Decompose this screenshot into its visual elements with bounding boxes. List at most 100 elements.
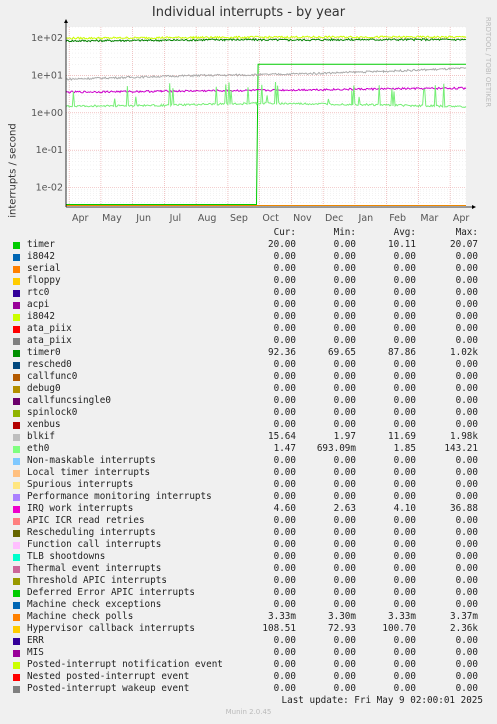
legend-row: Hypervisor callback interrupts 108.51 72.9… — [0, 623, 497, 635]
legend-label: Performance monitoring interrupts — [27, 491, 212, 502]
legend-label: Function call interrupts — [27, 539, 162, 550]
legend-max: 0.00 — [455, 251, 478, 262]
legend-swatch — [13, 434, 20, 441]
legend-label: eth0 — [27, 443, 50, 454]
legend-swatch — [13, 554, 20, 561]
y-tick-label: 1e+02 — [31, 33, 63, 44]
legend-label: xenbus — [27, 419, 61, 430]
y-tick-label: 1e+00 — [31, 108, 63, 119]
legend-row: ata_piix 0.00 0.00 0.00 0.00 — [0, 335, 497, 347]
legend-max: 0.00 — [455, 383, 478, 394]
legend-avg: 0.00 — [393, 299, 416, 310]
legend-row: Posted-interrupt wakeup event 0.00 0.00 0.0… — [0, 683, 497, 695]
legend-row: Non-maskable interrupts 0.00 0.00 0.00 0.00 — [0, 455, 497, 467]
legend-swatch — [13, 458, 20, 465]
legend-swatch — [13, 638, 20, 645]
x-tick-label: Dec — [325, 213, 343, 224]
legend-row: acpi 0.00 0.00 0.00 0.00 — [0, 299, 497, 311]
x-tick-label: Aug — [198, 213, 217, 224]
legend-row: APIC ICR read retries 0.00 0.00 0.00 0.00 — [0, 515, 497, 527]
x-tick-label: Feb — [389, 213, 406, 224]
legend-swatch — [13, 302, 20, 309]
x-tick-label: Jan — [358, 213, 374, 224]
legend-avg: 3.33m — [388, 611, 416, 622]
legend-label: ata_piix — [27, 335, 72, 346]
legend-avg: 0.00 — [393, 539, 416, 550]
legend-label: Machine check exceptions — [27, 599, 162, 610]
legend-row: Posted-interrupt notification event 0.00 0… — [0, 659, 497, 671]
legend-avg: 0.00 — [393, 599, 416, 610]
legend-avg: 0.00 — [393, 527, 416, 538]
y-tick-label: 1e+01 — [31, 71, 63, 82]
legend-label: Rescheduling interrupts — [27, 527, 156, 538]
legend-avg: 4.10 — [393, 503, 416, 514]
legend-row: callfuncsingle0 0.00 0.00 0.00 0.00 — [0, 395, 497, 407]
legend-max: 0.00 — [455, 671, 478, 682]
legend-max: 0.00 — [455, 551, 478, 562]
legend-row: TLB shootdowns 0.00 0.00 0.00 0.00 — [0, 551, 497, 563]
legend-max: 0.00 — [455, 587, 478, 598]
legend-label: floppy — [27, 275, 61, 286]
legend-row: Function call interrupts 0.00 0.00 0.00 0.00 — [0, 539, 497, 551]
legend-swatch — [13, 686, 20, 693]
legend-avg: 0.00 — [393, 263, 416, 274]
legend-max: 36.88 — [450, 503, 478, 514]
legend-swatch — [13, 650, 20, 657]
legend-label: blkif — [27, 431, 55, 442]
legend-swatch — [13, 314, 20, 321]
legend-swatch — [13, 518, 20, 525]
legend-swatch — [13, 494, 20, 501]
x-tick-label: Sep — [230, 213, 248, 224]
legend-label: Deferred Error APIC interrupts — [27, 587, 195, 598]
legend-row: Deferred Error APIC interrupts 0.00 0.00 0.… — [0, 587, 497, 599]
legend-avg: 1.85 — [393, 443, 416, 454]
x-tick-label: Jul — [169, 213, 181, 224]
legend-label: MIS — [27, 647, 44, 658]
y-tick-label: 1e-02 — [36, 182, 63, 193]
legend-avg: 0.00 — [393, 335, 416, 346]
legend-swatch — [13, 398, 20, 405]
col-max: Max: — [455, 227, 478, 238]
legend-label: ERR — [27, 635, 44, 646]
legend-max: 0.00 — [455, 371, 478, 382]
legend-avg: 0.00 — [393, 251, 416, 262]
x-tick-label: Apr — [453, 213, 470, 224]
legend-row: floppy 0.00 0.00 0.00 0.00 — [0, 275, 497, 287]
legend-row: resched0 0.00 0.00 0.00 0.00 — [0, 359, 497, 371]
y-axis-arrow — [64, 19, 68, 23]
legend-swatch — [13, 614, 20, 621]
legend-avg: 0.00 — [393, 287, 416, 298]
legend-swatch — [13, 590, 20, 597]
legend-swatch — [13, 530, 20, 537]
legend-row: eth0 1.47 693.09m 1.85 143.21 — [0, 443, 497, 455]
legend-swatch — [13, 254, 20, 261]
legend-avg: 0.00 — [393, 479, 416, 490]
legend-avg: 0.00 — [393, 383, 416, 394]
x-tick-label: Apr — [72, 213, 89, 224]
legend-avg: 0.00 — [393, 455, 416, 466]
legend-swatch — [13, 506, 20, 513]
legend-label: Local timer interrupts — [27, 467, 151, 478]
legend-max: 1.98k — [450, 431, 478, 442]
legend-row: Threshold APIC interrupts 0.00 0.00 0.00 0.0… — [0, 575, 497, 587]
legend-row: IRQ work interrupts 4.60 2.63 4.10 36.88 — [0, 503, 497, 515]
legend-avg: 0.00 — [393, 491, 416, 502]
legend-swatch — [13, 446, 20, 453]
legend-row: i8042 0.00 0.00 0.00 0.00 — [0, 311, 497, 323]
legend-label: i8042 — [27, 311, 55, 322]
legend-label: serial — [27, 263, 61, 274]
x-axis-arrow — [472, 205, 476, 209]
legend-row: spinlock0 0.00 0.00 0.00 0.00 — [0, 407, 497, 419]
legend-swatch — [13, 602, 20, 609]
legend-row: blkif 15.64 1.97 11.69 1.98k — [0, 431, 497, 443]
legend-max: 0.00 — [455, 479, 478, 490]
legend-label: Nested posted-interrupt event — [27, 671, 190, 682]
legend-max: 0.00 — [455, 467, 478, 478]
legend-label: timer0 — [27, 347, 61, 358]
legend-swatch — [13, 410, 20, 417]
legend-label: ata_piix — [27, 323, 72, 334]
y-tick-label: 1e-01 — [36, 145, 63, 156]
legend-row: Rescheduling interrupts 0.00 0.00 0.00 0.00 — [0, 527, 497, 539]
legend-row: Nested posted-interrupt event 0.00 0.00 0.0… — [0, 671, 497, 683]
legend-swatch — [13, 374, 20, 381]
